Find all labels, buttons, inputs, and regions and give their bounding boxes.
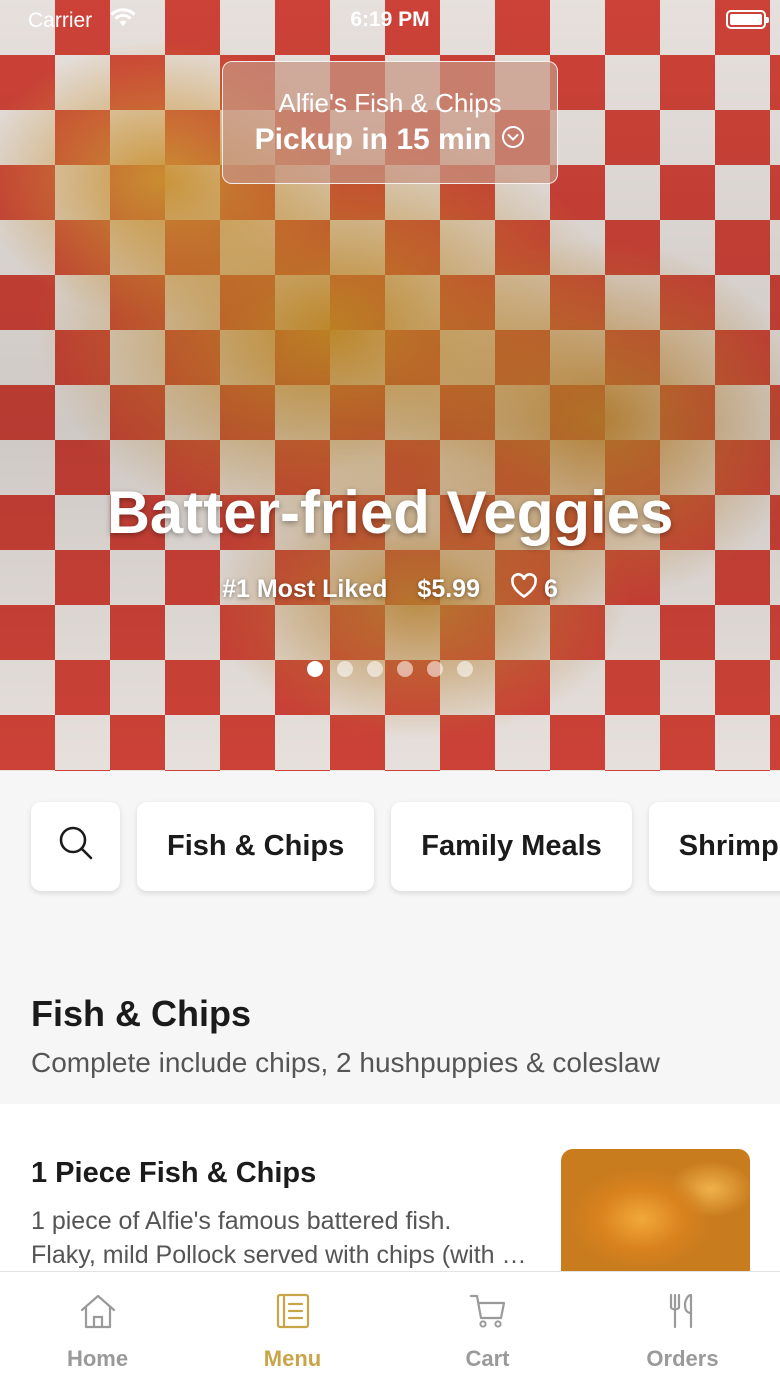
carousel-dot[interactable] (307, 661, 323, 677)
tab-orders[interactable]: Orders (585, 1272, 780, 1387)
carousel-dot[interactable] (457, 661, 473, 677)
tab-cart[interactable]: Cart (390, 1272, 585, 1387)
category-shrimp[interactable]: Shrimp (648, 802, 780, 891)
menu-icon (273, 1292, 313, 1336)
hero-title: Batter-fried Veggies (106, 479, 674, 546)
pickup-selector[interactable]: Alfie's Fish & Chips Pickup in 15 min (222, 61, 558, 184)
battery-icon (726, 10, 769, 29)
clock: 6:19 PM (350, 8, 430, 31)
cart-icon (468, 1292, 508, 1336)
search-icon (56, 823, 96, 871)
heart-icon (510, 573, 538, 606)
item-name: 1 Piece Fish & Chips (31, 1157, 317, 1189)
home-icon (78, 1292, 118, 1336)
item-image (561, 1149, 750, 1289)
category-fish-chips[interactable]: Fish & Chips (137, 802, 375, 891)
carousel-pager[interactable] (0, 661, 780, 677)
menu-item[interactable]: 1 Piece Fish & Chips 1 piece of Alfie's … (0, 1104, 780, 1289)
carousel-dot[interactable] (337, 661, 353, 677)
hero-info: Batter-fried Veggies #1 Most Liked $5.99… (0, 478, 780, 606)
pickup-eta: Pickup in 15 min (254, 123, 492, 156)
status-bar: Carrier 6:19 PM (0, 0, 780, 40)
like-button[interactable]: 6 (510, 573, 558, 606)
carousel-dot[interactable] (397, 661, 413, 677)
section-header: Fish & Chips Complete include chips, 2 h… (31, 993, 760, 1079)
category-bar: Fish & Chips Family Meals Shrimp (31, 802, 780, 891)
like-count: 6 (543, 575, 558, 603)
carousel-dot[interactable] (427, 661, 443, 677)
hero-badge: #1 Most Liked (222, 575, 388, 603)
hero-price: $5.99 (417, 575, 480, 603)
tab-home[interactable]: Home (0, 1272, 195, 1387)
chevron-down-icon (501, 123, 525, 157)
store-name: Alfie's Fish & Chips (278, 88, 502, 118)
section-description: Complete include chips, 2 hushpuppies & … (31, 1047, 660, 1078)
tab-bar: Home Menu Cart Orders (0, 1271, 780, 1387)
carousel-dot[interactable] (367, 661, 383, 677)
section-title: Fish & Chips (31, 993, 252, 1034)
item-description: 1 piece of Alfie's famous battered fish.… (31, 1207, 536, 1269)
tab-menu[interactable]: Menu (195, 1272, 390, 1387)
search-button[interactable] (31, 802, 120, 891)
orders-icon (663, 1292, 703, 1336)
category-family-meals[interactable]: Family Meals (391, 802, 632, 891)
